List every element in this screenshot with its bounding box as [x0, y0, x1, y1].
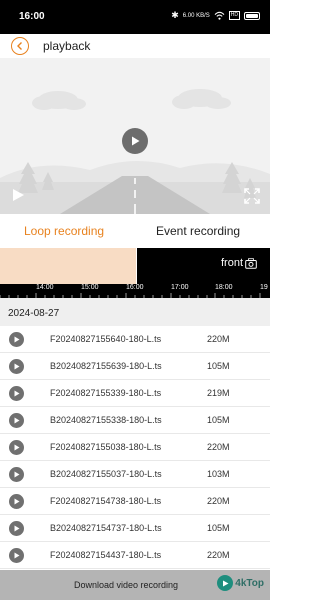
timeline-label: 15:00: [81, 284, 99, 291]
page-title: playback: [43, 39, 91, 53]
watermark-text: 4kTop: [235, 577, 264, 589]
play-button[interactable]: [122, 128, 148, 154]
file-size: 220M: [207, 550, 230, 560]
chevron-left-icon: [17, 42, 22, 50]
recording-tabs: Loop recording Event recording: [0, 214, 270, 248]
tab-event-recording[interactable]: Event recording: [156, 224, 240, 238]
bluetooth-icon: ✱: [171, 10, 179, 20]
camera-switch[interactable]: front: [221, 257, 257, 269]
file-name: F20240827155339-180-L.ts: [50, 388, 162, 398]
file-size: 105M: [207, 361, 230, 371]
network-speed: 6.00 KB/S: [182, 12, 210, 19]
back-button[interactable]: [11, 37, 29, 55]
tab-loop-recording[interactable]: Loop recording: [24, 224, 104, 238]
status-time: 16:00: [19, 11, 45, 22]
file-size: 105M: [207, 415, 230, 425]
file-size: 220M: [207, 334, 230, 344]
file-name: F20240827155640-180-L.ts: [50, 334, 162, 344]
file-name: F20240827155038-180-L.ts: [50, 442, 162, 452]
play-icon[interactable]: [9, 494, 24, 509]
recording-list: F20240827155640-180-L.ts 220M B202408271…: [0, 326, 270, 569]
status-icons: ✱ 6.00 KB/S HD: [171, 10, 260, 21]
file-size: 103M: [207, 469, 230, 479]
list-item[interactable]: F20240827154437-180-L.ts 220M: [0, 542, 270, 569]
battery-icon: [244, 11, 260, 20]
header: playback: [0, 34, 270, 58]
timeline-label: 19: [260, 284, 268, 291]
hd-badge: HD: [228, 11, 240, 20]
file-size: 105M: [207, 523, 230, 533]
wifi-icon: [214, 11, 225, 20]
list-item[interactable]: B20240827154737-180-L.ts 105M: [0, 515, 270, 542]
play-icon: [132, 136, 140, 146]
file-name: B20240827155338-180-L.ts: [50, 415, 162, 425]
file-name: F20240827154437-180-L.ts: [50, 550, 162, 560]
file-name: F20240827154738-180-L.ts: [50, 496, 162, 506]
list-item[interactable]: F20240827155339-180-L.ts 219M: [0, 380, 270, 407]
play-icon[interactable]: [9, 386, 24, 401]
timeline-label: 17:00: [171, 284, 189, 291]
timeline-label: 14:00: [36, 284, 54, 291]
camera-switch-icon: [245, 257, 257, 269]
play-icon[interactable]: [9, 440, 24, 455]
file-size: 220M: [207, 442, 230, 452]
video-player[interactable]: [0, 58, 270, 214]
timeline-cursor[interactable]: [136, 248, 137, 284]
file-name: B20240827155037-180-L.ts: [50, 469, 162, 479]
play-icon[interactable]: [9, 467, 24, 482]
camera-label: front: [220, 257, 243, 269]
play-icon[interactable]: [9, 521, 24, 536]
file-name: B20240827154737-180-L.ts: [50, 523, 162, 533]
list-item[interactable]: F20240827154738-180-L.ts 220M: [0, 488, 270, 515]
download-button[interactable]: Download video recording 4kTop: [0, 570, 270, 600]
date-header: 2024-08-27: [0, 298, 270, 326]
small-play-icon[interactable]: [11, 188, 25, 202]
play-icon[interactable]: [9, 548, 24, 563]
timeline[interactable]: front 14:00 15:00 16:00 17:00 18:00 19: [0, 248, 270, 298]
list-item[interactable]: B20240827155338-180-L.ts 105M: [0, 407, 270, 434]
watermark: 4kTop: [217, 575, 264, 591]
date-label: 2024-08-27: [8, 308, 60, 319]
download-label: Download video recording: [74, 580, 179, 590]
play-icon[interactable]: [9, 413, 24, 428]
list-item[interactable]: B20240827155037-180-L.ts 103M: [0, 461, 270, 488]
timeline-recorded-range: [0, 248, 136, 284]
status-bar: 16:00 ✱ 6.00 KB/S HD: [0, 0, 270, 34]
timeline-label: 16:00: [126, 284, 144, 291]
file-name: B20240827155639-180-L.ts: [50, 361, 162, 371]
watermark-logo-icon: [217, 575, 234, 591]
play-icon[interactable]: [9, 359, 24, 374]
timeline-label: 18:00: [215, 284, 233, 291]
fullscreen-icon[interactable]: [244, 188, 260, 204]
file-size: 220M: [207, 496, 230, 506]
file-size: 219M: [207, 388, 230, 398]
list-item[interactable]: B20240827155639-180-L.ts 105M: [0, 353, 270, 380]
list-item[interactable]: F20240827155038-180-L.ts 220M: [0, 434, 270, 461]
play-icon[interactable]: [9, 332, 24, 347]
list-item[interactable]: F20240827155640-180-L.ts 220M: [0, 326, 270, 353]
